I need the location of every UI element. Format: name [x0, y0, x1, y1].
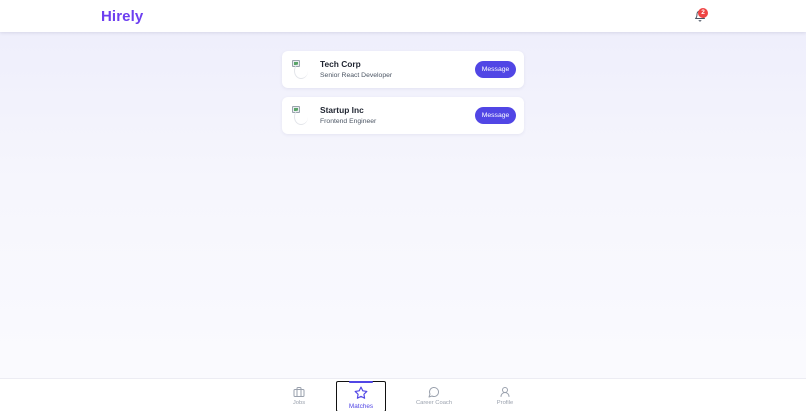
- nav-label-jobs: Jobs: [292, 400, 306, 406]
- company-logo: [292, 106, 308, 126]
- bottom-navigation: Jobs Matches Career Coach Profile: [0, 378, 806, 411]
- nav-item-matches[interactable]: Matches: [336, 381, 386, 411]
- job-role: Senior React Developer: [320, 72, 393, 79]
- company-name: Startup Inc: [320, 105, 364, 115]
- nav-label-matches: Matches: [348, 403, 374, 410]
- message-button[interactable]: Message: [475, 107, 516, 124]
- message-button[interactable]: Message: [475, 61, 516, 78]
- job-role: Frontend Engineer: [320, 118, 377, 125]
- briefcase-icon: [293, 387, 305, 397]
- nav-item-jobs[interactable]: Jobs: [283, 379, 315, 411]
- top-bar: Hirely 2: [0, 0, 806, 32]
- match-card: Tech Corp Senior React Developer Message: [282, 51, 524, 88]
- chat-bubble-icon: [428, 387, 439, 398]
- nav-item-profile[interactable]: Profile: [490, 379, 520, 411]
- matches-list: Tech Corp Senior React Developer Message…: [282, 51, 524, 143]
- star-icon: [354, 386, 368, 399]
- nav-label-profile: Profile: [496, 400, 514, 406]
- company-name: Tech Corp: [320, 59, 361, 69]
- nav-label-career-coach: Career Coach: [415, 400, 453, 406]
- notification-badge: 2: [698, 8, 708, 18]
- nav-item-career-coach[interactable]: Career Coach: [412, 379, 456, 411]
- active-indicator: [349, 381, 373, 383]
- company-logo: [292, 60, 308, 80]
- match-card: Startup Inc Frontend Engineer Message: [282, 97, 524, 134]
- brand-logo[interactable]: Hirely: [101, 8, 143, 25]
- user-icon: [500, 387, 510, 397]
